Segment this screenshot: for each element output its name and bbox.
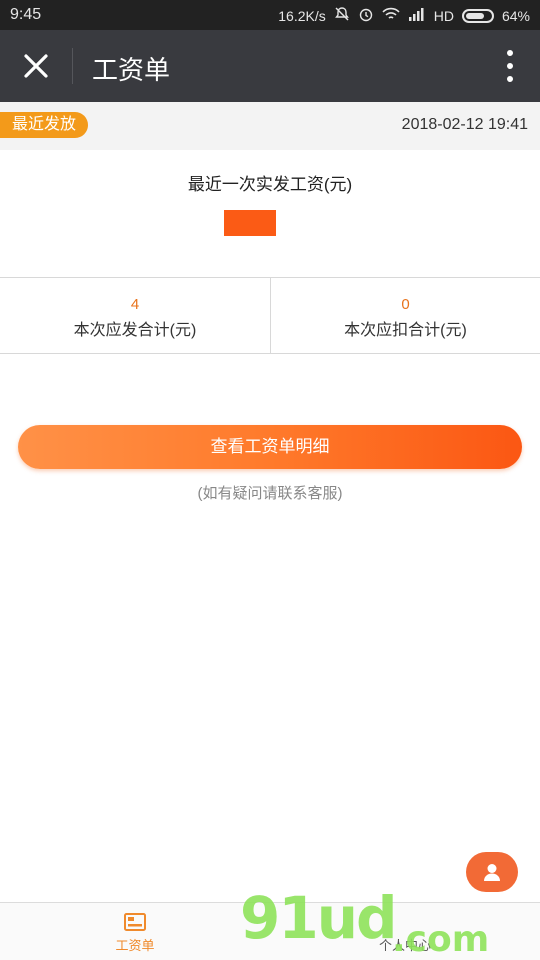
gross-total-value: 4 (130, 296, 140, 313)
salary-card: 最近一次实发工资(元) (0, 150, 540, 278)
more-vertical-icon[interactable] (506, 50, 514, 82)
status-time: 9:45 (10, 6, 42, 23)
salary-caption: 最近一次实发工资(元) (187, 175, 353, 194)
wifi-icon (382, 7, 400, 24)
page-title: 工资单 (92, 55, 171, 85)
deduction-total: 0 本次应扣合计(元) (270, 278, 540, 353)
mute-icon (334, 6, 350, 25)
nav-bar: 工资单 (0, 30, 540, 102)
battery-icon (461, 8, 494, 23)
deduction-total-value: 0 (401, 296, 410, 313)
signal-icon (408, 7, 426, 24)
alarm-icon (358, 6, 374, 25)
tab-payslip-label: 工资单 (115, 938, 155, 953)
gross-total-label: 本次应发合计(元) (73, 322, 197, 339)
user-icon (484, 864, 500, 881)
nav-divider (72, 48, 73, 84)
gross-total: 4 本次应发合计(元) (0, 278, 270, 353)
network-speed: 16.2K/s (278, 7, 326, 24)
watermark-domain: .com (392, 919, 490, 960)
close-icon[interactable] (16, 48, 56, 84)
watermark-logo: 91ud (240, 884, 398, 952)
customer-service-button[interactable] (466, 852, 518, 892)
issue-date: 2018-02-12 19:41 (401, 116, 528, 133)
recent-badge: 最近发放 (0, 112, 89, 138)
help-text: (如有疑问请联系客服) (197, 485, 343, 502)
tab-payslip[interactable]: 工资单 (0, 903, 270, 960)
date-strip: 最近发放 2018-02-12 19:41 (0, 102, 540, 150)
network-type: HD (433, 7, 454, 24)
totals-row: 4 本次应发合计(元) 0 本次应扣合计(元) (0, 278, 540, 354)
view-payslip-detail-button[interactable]: 查看工资单明细 (18, 425, 522, 469)
deduction-total-label: 本次应扣合计(元) (344, 322, 467, 339)
salary-amount-redacted (224, 210, 276, 236)
status-bar: 9:45 16.2K/s HD 64% (0, 0, 540, 30)
payslip-icon (124, 913, 146, 931)
battery-percent: 64% (501, 7, 530, 24)
status-indicators: 16.2K/s HD 64% (278, 6, 530, 25)
